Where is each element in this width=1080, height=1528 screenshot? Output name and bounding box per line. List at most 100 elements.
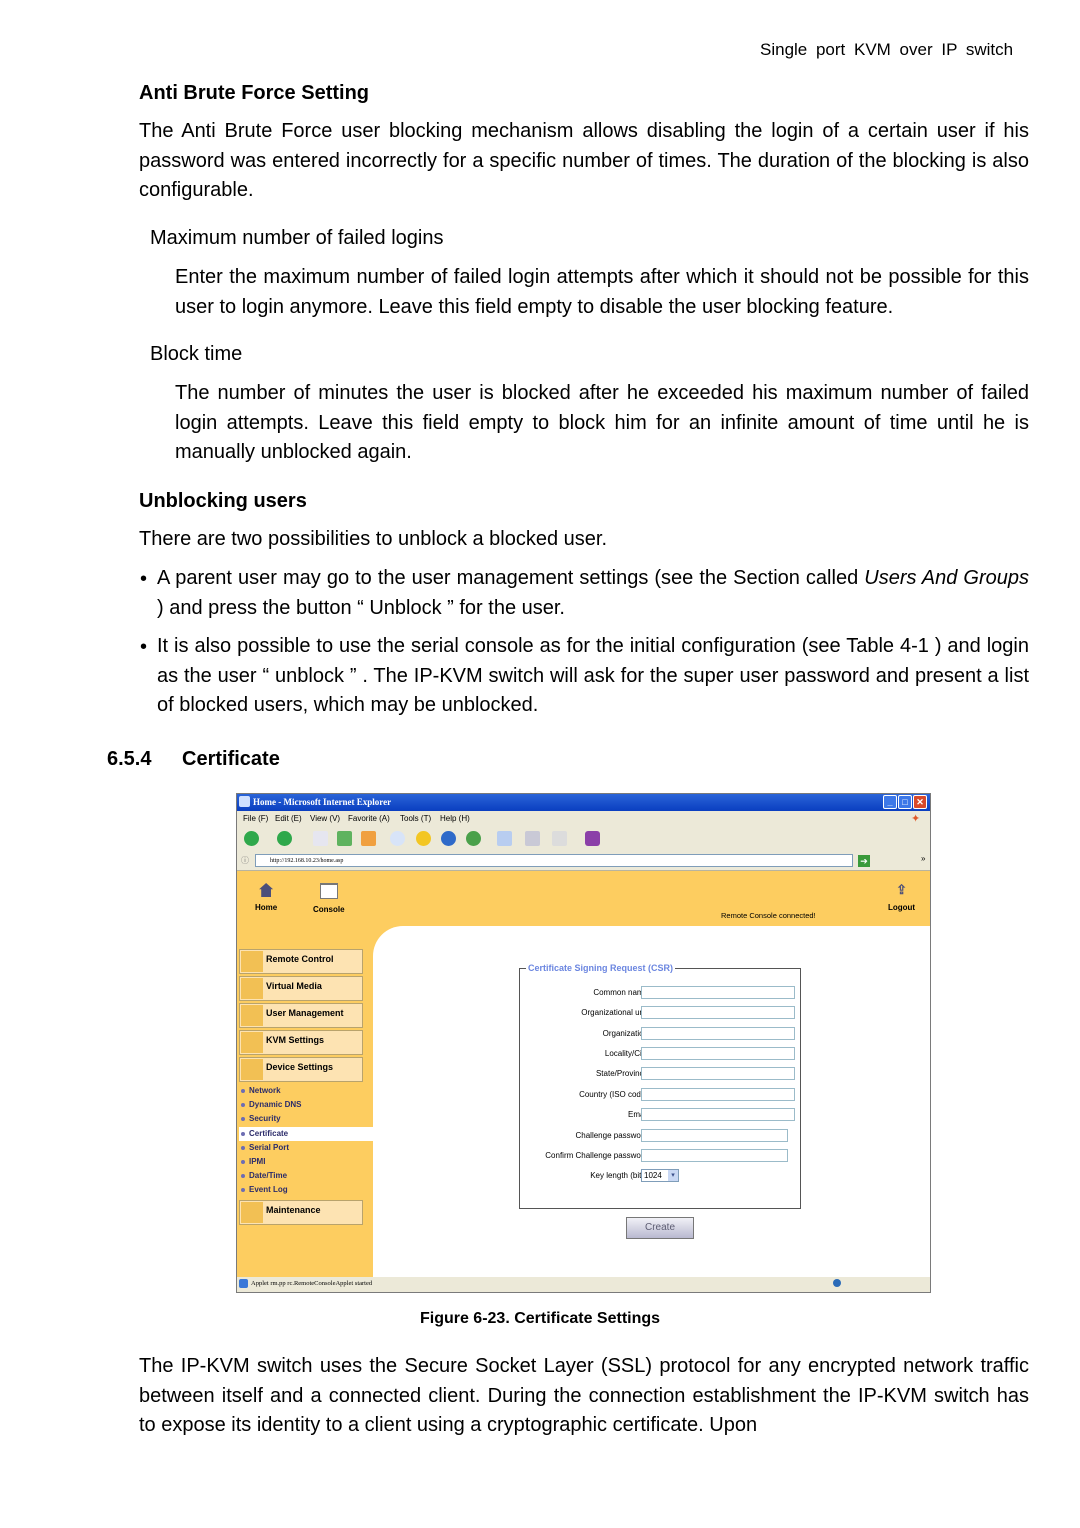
field-label: Organizational unit [581, 1008, 648, 1017]
country-input[interactable] [641, 1088, 795, 1101]
create-button[interactable]: Create [626, 1217, 694, 1239]
sidebar-sub-serial-port[interactable]: Serial Port [239, 1141, 367, 1155]
state-input[interactable] [641, 1067, 795, 1080]
kvm-settings-icon [241, 1032, 263, 1053]
sidebar-label: Maintenance [266, 1204, 321, 1215]
messenger-icon[interactable] [585, 831, 600, 846]
field-org-unit: Organizational unit [520, 1005, 800, 1023]
window-title: Home - Microsoft Internet Explorer [253, 797, 392, 807]
print-icon[interactable] [525, 831, 540, 846]
menu-favorite[interactable]: Favorite (A) [348, 814, 390, 823]
sidebar-sub-date-time[interactable]: Date/Time [239, 1169, 367, 1183]
mail-icon[interactable] [497, 831, 512, 846]
section-title: Certificate [182, 748, 280, 770]
maximize-icon[interactable]: □ [898, 795, 912, 809]
kvm-top-nav: Home Console Remote Console connected! ⇪… [237, 871, 930, 926]
more-icon[interactable]: » [921, 854, 925, 863]
media-icon[interactable] [441, 831, 456, 846]
field-label: Confirm Challenge password [545, 1151, 648, 1160]
address-input[interactable]: http://192.168.10.23/home.asp [255, 854, 853, 867]
field-confirm-challenge: Confirm Challenge password [520, 1148, 800, 1166]
field-label: Challenge password [575, 1131, 649, 1140]
sidebar-device-settings[interactable]: Device Settings [239, 1057, 363, 1082]
field-organization: Organization [520, 1026, 800, 1044]
paragraph-unblocking-intro: There are two possibilities to unblock a… [139, 528, 608, 550]
menu-tools[interactable]: Tools (T) [400, 814, 431, 823]
bullet-item-1: A parent user may go to the user managem… [157, 564, 1029, 623]
email-input[interactable] [641, 1108, 795, 1121]
org-unit-input[interactable] [641, 1006, 795, 1019]
page-header: Single port KVM over IP switch [760, 40, 1014, 59]
sidebar-sub-event-log[interactable]: Event Log [239, 1183, 367, 1197]
common-name-input[interactable] [641, 986, 795, 999]
csr-legend: Certificate Signing Request (CSR) [528, 963, 674, 973]
organization-input[interactable] [641, 1027, 795, 1040]
remote-control-icon [241, 951, 263, 972]
heading-unblocking-users: Unblocking users [139, 490, 307, 512]
field-label: Country (ISO code) [579, 1090, 648, 1099]
nav-home-label: Home [255, 903, 278, 912]
edit-icon[interactable] [552, 831, 567, 846]
field-locality: Locality/City [520, 1046, 800, 1064]
device-settings-icon [241, 1059, 263, 1080]
close-icon[interactable]: ✕ [913, 795, 927, 809]
history-icon[interactable] [466, 831, 481, 846]
desc-block-time: The number of minutes the user is blocke… [175, 382, 1029, 463]
menu-edit[interactable]: Edit (E) [275, 814, 302, 823]
bullet-marker: • [140, 568, 148, 590]
sidebar: Remote Control Virtual Media User Manage… [239, 949, 374, 1227]
minimize-icon[interactable]: _ [883, 795, 897, 809]
field-state: State/Province [520, 1066, 800, 1084]
sidebar-sub-ipmi[interactable]: IPMI [239, 1155, 367, 1169]
maintenance-icon [241, 1201, 263, 1223]
nav-logout[interactable]: ⇪ Logout [888, 882, 916, 913]
back-icon[interactable] [244, 831, 259, 846]
logout-icon: ⇪ [896, 882, 907, 897]
favorites-icon[interactable] [416, 831, 431, 846]
paragraph-anti-brute-intro: The Anti Brute Force user blocking mecha… [139, 120, 1029, 201]
key-length-select[interactable]: 1024 ▾ [641, 1169, 679, 1182]
sidebar-user-management[interactable]: User Management [239, 1003, 363, 1028]
stop-icon[interactable] [313, 831, 328, 846]
sidebar-kvm-settings[interactable]: KVM Settings [239, 1030, 363, 1055]
bullet-item-2: It is also possible to use the serial co… [157, 635, 1029, 716]
go-icon[interactable]: ➔ [858, 855, 870, 867]
bullet-1-text-end: ) and press the button “ Unblock ” for t… [157, 596, 565, 619]
sidebar-label: Remote Control [266, 954, 334, 964]
sidebar-remote-control[interactable]: Remote Control [239, 949, 363, 974]
sidebar-sub-security[interactable]: Security [239, 1112, 367, 1126]
refresh-icon[interactable] [337, 831, 352, 846]
desc-max-failed: Enter the maximum number of failed login… [175, 266, 1029, 318]
term-max-failed: Maximum number of failed logins [150, 227, 444, 249]
console-icon [319, 883, 338, 899]
heading-anti-brute-force: Anti Brute Force Setting [139, 82, 370, 104]
user-management-icon [241, 1005, 263, 1026]
search-icon[interactable] [390, 831, 405, 846]
field-challenge-password: Challenge password [520, 1128, 800, 1146]
locality-input[interactable] [641, 1047, 795, 1060]
sidebar-sub-certificate[interactable]: Certificate [239, 1126, 374, 1141]
sidebar-sub-dynamic-dns[interactable]: Dynamic DNS [239, 1098, 367, 1112]
virtual-media-icon [241, 978, 263, 999]
field-label: Key length (bits) [590, 1171, 648, 1180]
sidebar-virtual-media[interactable]: Virtual Media [239, 976, 363, 1001]
menu-view[interactable]: View (V) [310, 814, 340, 823]
home-icon[interactable] [361, 831, 376, 846]
sidebar-maintenance[interactable]: Maintenance [239, 1199, 363, 1225]
nav-logout-label: Logout [888, 903, 916, 912]
nav-console[interactable]: Console [313, 883, 345, 914]
menu-help[interactable]: Help (H) [440, 814, 470, 823]
figure-caption: Figure 6-23. Certificate Settings [419, 1310, 661, 1327]
challenge-password-input[interactable] [641, 1129, 788, 1142]
field-country: Country (ISO code) [520, 1087, 800, 1105]
sidebar-label: Device Settings [266, 1062, 334, 1072]
sidebar-sub-network[interactable]: Network [239, 1084, 367, 1098]
confirm-challenge-input[interactable] [641, 1149, 788, 1162]
nav-home[interactable]: Home [255, 883, 277, 912]
forward-icon[interactable] [277, 831, 292, 846]
nav-console-label: Console [313, 905, 345, 914]
window-titlebar: Home - Microsoft Internet Explorer _ □ ✕ [237, 794, 930, 811]
menu-file[interactable]: File (F) [243, 814, 268, 823]
windows-logo-icon: ✦ [911, 813, 921, 825]
status-bar-text: Applet rm.pp rc.RemoteConsoleApplet star… [251, 1280, 373, 1287]
